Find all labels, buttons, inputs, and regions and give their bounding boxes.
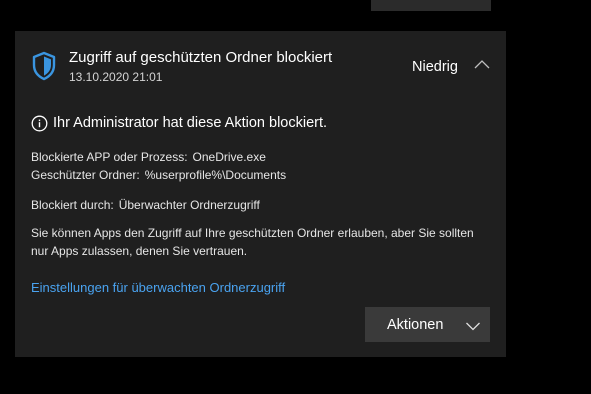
- chevron-down-icon: [465, 319, 481, 331]
- notification-timestamp: 13.10.2020 21:01: [69, 70, 163, 84]
- chevron-up-icon[interactable]: [473, 57, 491, 71]
- previous-card-button[interactable]: [371, 0, 491, 11]
- shield-icon: [31, 51, 57, 81]
- blocked-by-value: Überwachter Ordnerzugriff: [118, 198, 260, 212]
- notification-title: Zugriff auf geschützten Ordner blockiert: [69, 49, 333, 66]
- protected-folder-value: %userprofile%\Documents: [144, 168, 287, 182]
- blocked-app-line: Blockierte APP oder Prozess: OneDrive.exe: [31, 150, 266, 164]
- description-text: Sie können Apps den Zugriff auf Ihre ges…: [31, 226, 474, 258]
- severity-label: Niedrig: [412, 59, 458, 75]
- blocked-app-value: OneDrive.exe: [192, 150, 266, 164]
- actions-button[interactable]: Aktionen: [365, 307, 490, 342]
- notification-card: Zugriff auf geschützten Ordner blockiert…: [15, 31, 506, 357]
- actions-button-label: Aktionen: [387, 316, 444, 333]
- admin-info-row: Ihr Administrator hat diese Aktion block…: [31, 113, 327, 133]
- blocked-app-label: Blockierte APP oder Prozess:: [31, 150, 188, 164]
- blocked-by-line: Blockiert durch: Überwachter Ordnerzugrif…: [31, 198, 260, 212]
- protected-folder-line: Geschützter Ordner: %userprofile%\Documen…: [31, 168, 286, 182]
- info-icon: [31, 115, 48, 132]
- protected-folder-label: Geschützter Ordner:: [31, 168, 140, 182]
- settings-link[interactable]: Einstellungen für überwachten Ordnerzugr…: [31, 280, 285, 295]
- blocked-by-label: Blockiert durch:: [31, 198, 114, 212]
- admin-info-text: Ihr Administrator hat diese Aktion block…: [53, 115, 328, 131]
